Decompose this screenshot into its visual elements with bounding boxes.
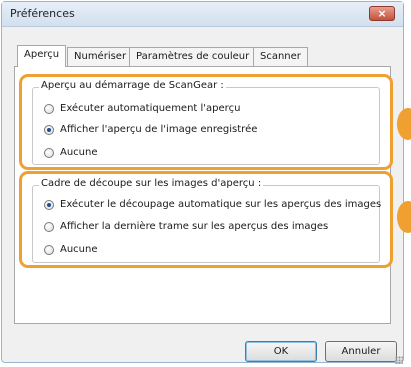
close-button[interactable]: × — [369, 6, 395, 21]
tab-numeriser[interactable]: Numériser — [67, 47, 134, 66]
resize-grip-icon[interactable] — [395, 356, 403, 364]
window-title: Préférences — [10, 7, 75, 20]
ok-button[interactable]: OK — [245, 341, 317, 362]
highlight-startup-group — [19, 74, 393, 170]
highlight-crop-group — [19, 171, 393, 268]
tab-apercu[interactable]: Aperçu — [17, 45, 67, 67]
tab-scanner[interactable]: Scanner — [253, 47, 308, 66]
cancel-button[interactable]: Annuler — [325, 341, 397, 362]
title-bar: Préférences × — [2, 2, 403, 27]
tab-parametres-couleur[interactable]: Paramètres de couleur — [129, 47, 257, 66]
